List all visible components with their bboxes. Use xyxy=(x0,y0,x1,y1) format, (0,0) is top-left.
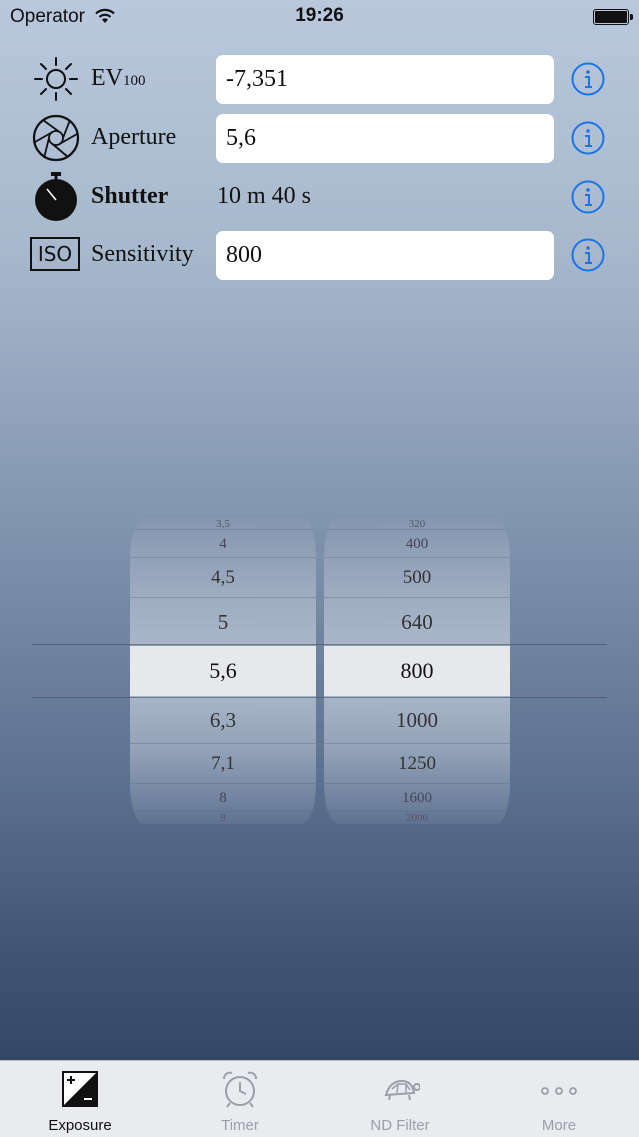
picker-row[interactable]: 9 xyxy=(130,812,316,824)
ev-info-icon[interactable] xyxy=(571,62,605,96)
shutter-info-icon[interactable] xyxy=(571,180,605,214)
more-dots-icon xyxy=(541,1087,577,1095)
tab-exposure-label: Exposure xyxy=(48,1117,112,1134)
picker-row[interactable]: 1600 xyxy=(324,784,510,812)
ev-field[interactable]: -7,351 xyxy=(216,55,554,104)
tab-nd-filter-label: ND Filter xyxy=(370,1117,430,1134)
picker-row[interactable]: 500 xyxy=(324,558,510,598)
tab-nd-filter[interactable]: ND Filter xyxy=(320,1061,480,1137)
tab-timer[interactable]: Timer xyxy=(160,1061,320,1137)
aperture-icon xyxy=(32,114,80,162)
sensitivity-info-icon[interactable] xyxy=(571,238,605,272)
ev-label-sub: 100 xyxy=(123,73,146,89)
picker-row[interactable]: 1250 xyxy=(324,744,510,784)
shutter-row: Shutter 10 m 40 s xyxy=(0,171,639,223)
battery-icon xyxy=(593,9,633,25)
picker-row[interactable]: 7,1 xyxy=(130,744,316,784)
selection-top-line xyxy=(32,644,607,645)
tab-more-label: More xyxy=(541,1117,577,1134)
picker-row[interactable]: 5 xyxy=(130,598,316,646)
turtle-icon xyxy=(384,1079,420,1101)
iso-selected-value[interactable]: 800 xyxy=(324,646,510,696)
aperture-label: Aperture xyxy=(91,124,177,150)
tab-more[interactable]: More xyxy=(479,1061,639,1137)
tab-bar: Exposure Timer ND Filter More xyxy=(0,1060,639,1137)
picker-row[interactable]: 640 xyxy=(324,598,510,646)
aperture-selected-value[interactable]: 5,6 xyxy=(130,646,316,696)
sun-icon xyxy=(34,57,78,101)
picker-row[interactable]: 6,3 xyxy=(130,696,316,744)
value-picker[interactable]: 3,5 4 4,5 5 6,3 7,1 8 9 320 400 500 640 … xyxy=(0,518,639,824)
picker-row[interactable]: 3,5 xyxy=(130,518,316,530)
picker-row[interactable]: 4,5 xyxy=(130,558,316,598)
picker-row[interactable]: 8 xyxy=(130,784,316,812)
status-bar: Operator 19:26 xyxy=(0,0,639,34)
picker-row[interactable]: 2000 xyxy=(324,812,510,824)
clock: 19:26 xyxy=(295,5,344,26)
sensitivity-field[interactable]: 800 xyxy=(216,231,554,280)
aperture-info-icon[interactable] xyxy=(571,121,605,155)
tab-timer-label: Timer xyxy=(221,1117,259,1134)
iso-icon-text: ISO xyxy=(30,237,80,271)
picker-row[interactable]: 400 xyxy=(324,530,510,558)
shutter-label: Shutter xyxy=(91,183,169,209)
aperture-row: Aperture 5,6 xyxy=(0,112,639,164)
picker-row[interactable]: 1000 xyxy=(324,696,510,744)
aperture-field[interactable]: 5,6 xyxy=(216,114,554,163)
sensitivity-label: Sensitivity xyxy=(91,241,194,267)
exposure-icon xyxy=(62,1071,98,1107)
picker-row[interactable]: 320 xyxy=(324,518,510,530)
picker-row[interactable]: 4 xyxy=(130,530,316,558)
iso-icon: ISO xyxy=(30,237,82,287)
ev-label: EV100 xyxy=(91,65,146,91)
ev-row: EV100 -7,351 xyxy=(0,53,639,105)
shutter-value: 10 m 40 s xyxy=(217,183,312,209)
alarm-clock-icon xyxy=(223,1071,257,1108)
sensitivity-row: ISO Sensitivity 800 xyxy=(0,229,639,281)
selection-bottom-line xyxy=(32,697,607,698)
stopwatch-icon xyxy=(35,172,77,221)
tab-exposure[interactable]: Exposure xyxy=(0,1061,160,1137)
